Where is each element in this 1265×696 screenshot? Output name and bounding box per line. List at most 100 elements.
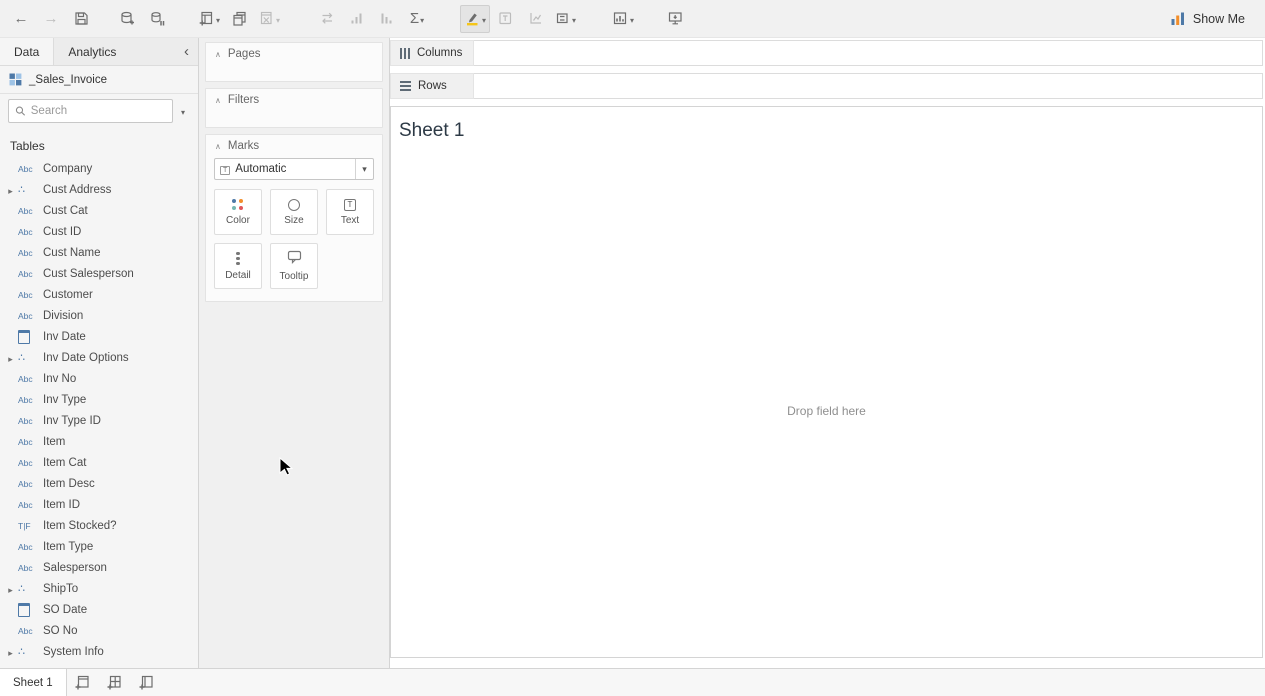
field-row[interactable]: Cust Name xyxy=(0,242,198,263)
swap-rows-columns-button[interactable] xyxy=(312,5,342,33)
data-source-icon xyxy=(9,73,22,86)
field-row[interactable]: Item Desc xyxy=(0,473,198,494)
search-options-button[interactable] xyxy=(176,104,190,118)
detail-button[interactable]: Detail xyxy=(214,243,262,289)
collapse-chevron-icon[interactable] xyxy=(215,140,221,152)
field-row[interactable]: Division xyxy=(0,305,198,326)
field-label: Cust Cat xyxy=(43,205,88,217)
field-label: Cust Address xyxy=(43,184,111,196)
field-type-icon xyxy=(16,437,43,447)
field-row[interactable]: Cust Address xyxy=(0,179,198,200)
duplicate-sheet-button[interactable] xyxy=(224,5,254,33)
filters-header[interactable]: Filters xyxy=(206,89,382,109)
show-me-button[interactable]: Show Me xyxy=(1156,5,1259,33)
field-label: Inv Date Options xyxy=(43,352,129,364)
field-row[interactable]: Item ID xyxy=(0,494,198,515)
field-row[interactable]: Company xyxy=(0,158,198,179)
tab-analytics[interactable]: Analytics xyxy=(54,38,130,65)
totals-button[interactable]: Σ xyxy=(402,5,432,33)
columns-drop-area[interactable] xyxy=(474,40,1263,66)
text-button[interactable]: Text xyxy=(326,189,374,235)
field-label: Item Desc xyxy=(43,478,95,490)
new-data-source-button[interactable] xyxy=(112,5,142,33)
chevron-down-icon[interactable] xyxy=(420,11,424,26)
save-button[interactable] xyxy=(66,5,96,33)
field-type-icon xyxy=(16,563,43,573)
field-row[interactable]: Cust ID xyxy=(0,221,198,242)
filters-label: Filters xyxy=(228,94,259,106)
sort-ascending-button[interactable] xyxy=(342,5,372,33)
highlight-button[interactable] xyxy=(460,5,490,33)
marks-header[interactable]: Marks xyxy=(206,135,382,155)
collapse-pane-button[interactable] xyxy=(175,38,198,65)
field-row[interactable]: SO No xyxy=(0,620,198,641)
field-row[interactable]: Inv Type xyxy=(0,389,198,410)
field-row[interactable]: SO Date xyxy=(0,599,198,620)
show-mark-labels-button[interactable] xyxy=(490,5,520,33)
field-label: SO No xyxy=(43,625,78,637)
pages-header[interactable]: Pages xyxy=(206,43,382,63)
field-row[interactable]: Inv No xyxy=(0,368,198,389)
field-row[interactable]: Inv Date Options xyxy=(0,347,198,368)
label-t-icon xyxy=(497,10,514,27)
field-row[interactable]: Item xyxy=(0,431,198,452)
field-row[interactable]: ShipTo xyxy=(0,578,198,599)
field-row[interactable]: Item Cat xyxy=(0,452,198,473)
field-label: Inv Type ID xyxy=(43,415,101,427)
fix-axes-button[interactable] xyxy=(520,5,550,33)
field-row[interactable]: Cust Cat xyxy=(0,200,198,221)
tooltip-button[interactable]: Tooltip xyxy=(270,243,318,289)
color-button[interactable]: Color xyxy=(214,189,262,235)
tab-data[interactable]: Data xyxy=(0,38,54,65)
sheet-tab-active[interactable]: Sheet 1 xyxy=(0,669,67,696)
data-pane: Data Analytics _Sales_Invoice Tables Com… xyxy=(0,38,199,668)
chevron-down-icon[interactable] xyxy=(355,159,373,179)
expand-arrow-icon[interactable] xyxy=(5,351,16,365)
chevron-down-icon[interactable] xyxy=(572,11,576,26)
sheet-tab-label: Sheet 1 xyxy=(13,677,53,689)
field-row[interactable]: Cust Salesperson xyxy=(0,263,198,284)
field-label: Item Stocked? xyxy=(43,520,117,532)
mark-type-dropdown[interactable]: Automatic xyxy=(214,158,374,180)
drop-field-hint: Drop field here xyxy=(391,404,1262,418)
presentation-mode-button[interactable] xyxy=(660,5,690,33)
field-row[interactable]: Inv Type ID xyxy=(0,410,198,431)
expand-arrow-icon[interactable] xyxy=(5,582,16,596)
new-worksheet-tab-button[interactable] xyxy=(67,669,99,696)
pause-auto-updates-button[interactable] xyxy=(142,5,172,33)
size-button[interactable]: Size xyxy=(270,189,318,235)
chevron-down-icon[interactable] xyxy=(276,11,280,26)
filters-drop-area[interactable] xyxy=(206,109,382,127)
collapse-chevron-icon[interactable] xyxy=(215,48,221,60)
expand-arrow-icon[interactable] xyxy=(5,645,16,659)
field-row[interactable]: Item Stocked? xyxy=(0,515,198,536)
expand-arrow-icon[interactable] xyxy=(5,183,16,197)
field-type-icon xyxy=(16,603,43,617)
pages-drop-area[interactable] xyxy=(206,63,382,81)
field-label: Customer xyxy=(43,289,93,301)
new-dashboard-button[interactable] xyxy=(99,669,131,696)
chevron-down-icon[interactable] xyxy=(482,11,486,26)
chevron-down-icon[interactable] xyxy=(216,11,220,26)
undo-button[interactable]: ← xyxy=(6,5,36,33)
fix-axes-icon xyxy=(527,10,544,27)
field-row[interactable]: Item Type xyxy=(0,536,198,557)
show-hide-cards-button[interactable] xyxy=(608,5,638,33)
redo-button[interactable]: → xyxy=(36,5,66,33)
chevron-down-icon[interactable] xyxy=(630,11,634,26)
data-source-item[interactable]: _Sales_Invoice xyxy=(0,66,198,94)
collapse-chevron-icon[interactable] xyxy=(215,94,221,106)
search-input[interactable] xyxy=(31,105,166,117)
field-row[interactable]: Salesperson xyxy=(0,557,198,578)
field-row[interactable]: Inv Date xyxy=(0,326,198,347)
new-story-button[interactable] xyxy=(131,669,163,696)
clear-sheet-button[interactable] xyxy=(254,5,284,33)
new-worksheet-button[interactable] xyxy=(194,5,224,33)
cell-size-button[interactable] xyxy=(550,5,580,33)
color-icon xyxy=(232,199,244,211)
field-row[interactable]: System Info xyxy=(0,641,198,662)
field-row[interactable]: Customer xyxy=(0,284,198,305)
rows-drop-area[interactable] xyxy=(474,73,1263,99)
sheet-view[interactable]: Sheet 1 Drop field here xyxy=(390,106,1263,658)
sort-descending-button[interactable] xyxy=(372,5,402,33)
